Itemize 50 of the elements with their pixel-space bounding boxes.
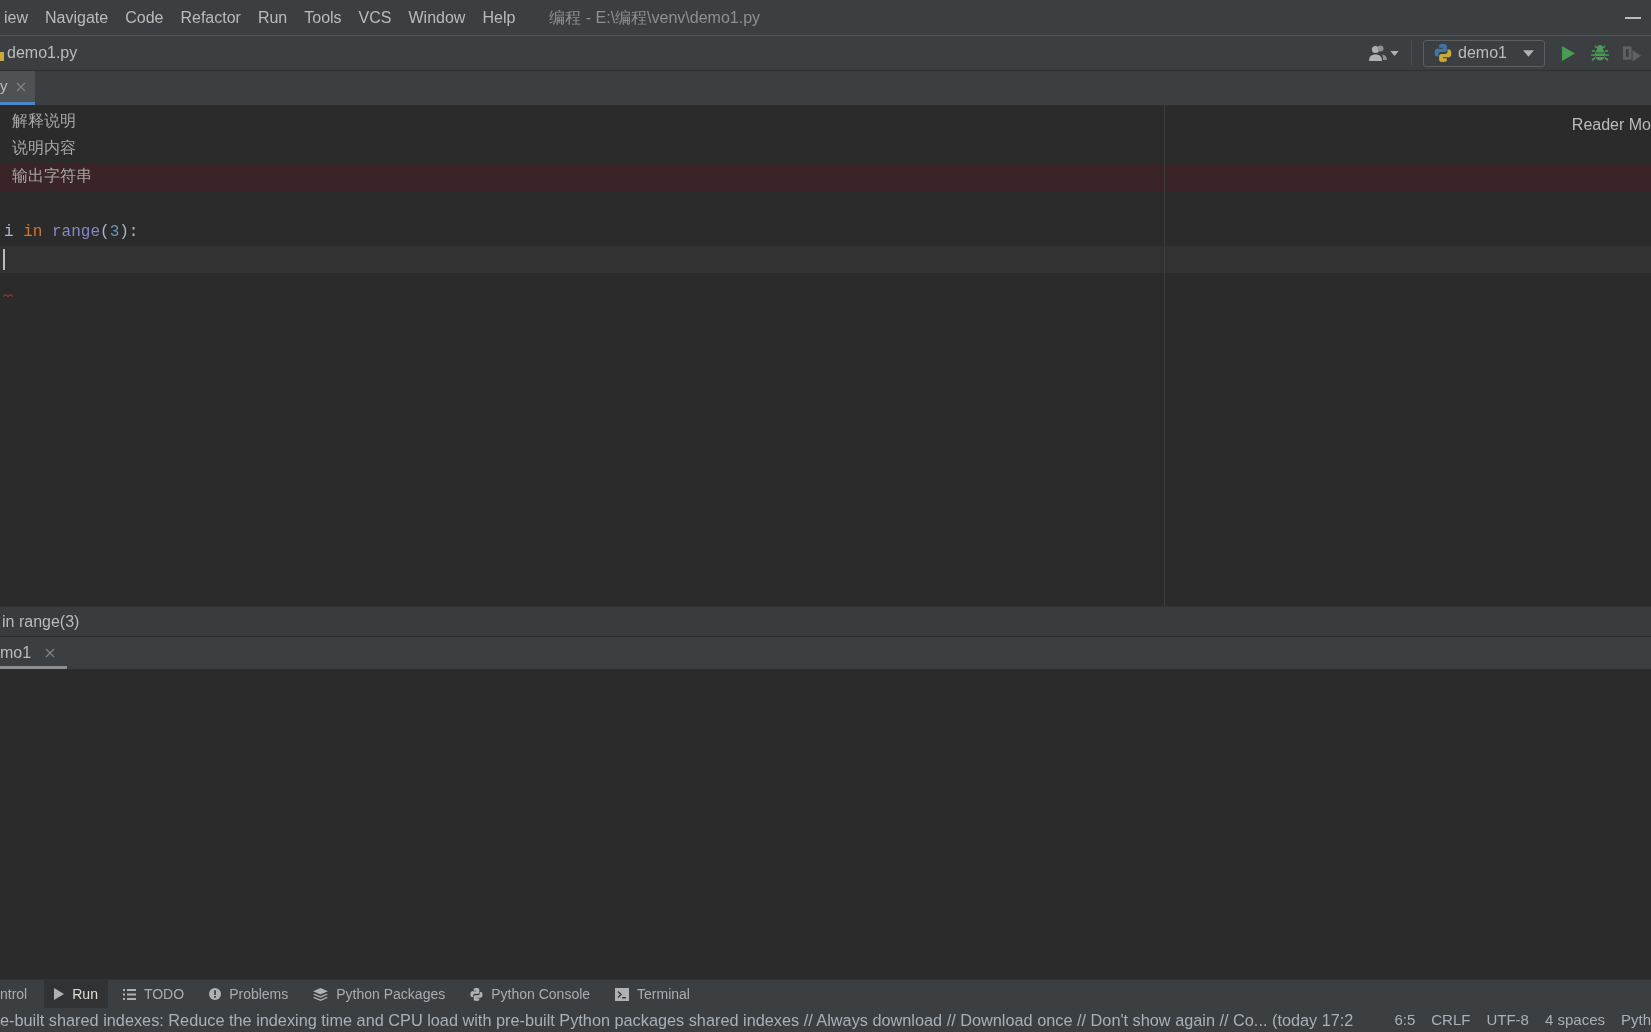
tool-window-button[interactable]: Terminal [605,980,700,1008]
close-icon[interactable] [45,647,56,658]
editor-tab[interactable]: y [0,71,35,105]
status-bar-widget[interactable]: UTF-8 [1478,1008,1537,1032]
code-line: 解释说明 [12,111,76,132]
code-line: 输出字符串 [12,166,92,187]
menu-item[interactable]: VCS [358,5,392,30]
status-bar-widget[interactable]: Pyth [1613,1008,1651,1032]
menu-item[interactable]: Code [125,5,164,30]
menu-item[interactable]: Navigate [45,5,109,30]
reader-mode-link[interactable]: Reader Mo [1571,106,1651,137]
close-icon[interactable] [15,81,26,92]
user-menu-button[interactable] [1369,45,1399,61]
python-logo-icon [1434,44,1452,62]
file-icon [0,51,4,61]
tool-window-button[interactable]: Python Console [460,980,601,1008]
play-icon[interactable] [1562,45,1575,61]
bug-icon[interactable] [1591,44,1609,62]
breadcrumb-item[interactable]: in range(3) [2,609,80,634]
status-message[interactable]: e-built shared indexes: Reduce the indexing time and CPU load with pre-built Python packages shared indexes // Always download // Download once // Don't show again // Co... (today 17:2 [0,1007,1354,1032]
play-icon [54,988,65,1000]
tool-window-button[interactable]: TODO [112,980,195,1008]
caret-icon [1390,50,1399,56]
code-line: i in range(3): [4,221,139,242]
menu-item[interactable]: Tools [304,5,342,30]
menu-item[interactable]: Help [482,5,516,30]
status-bar-widget[interactable]: 6:5 [1386,1008,1424,1032]
list-icon [122,988,136,1000]
window-title: 编程 - E:\编程\venv\demo1.py [549,7,761,28]
tool-window-button[interactable]: Python Packages [303,980,456,1008]
code-line: 说明内容 [12,139,76,160]
exclamation-circle-icon [209,988,222,1000]
minimize-icon[interactable] [1625,16,1641,19]
menu-item[interactable]: Window [408,5,466,30]
box-play-icon[interactable] [1623,44,1642,62]
caret-icon [1523,49,1534,57]
users-icon [1369,45,1387,61]
status-bar-widget[interactable]: CRLF [1423,1008,1479,1032]
tool-window-button[interactable]: Problems [199,980,299,1008]
status-bar-widget[interactable]: 4 spaces [1536,1008,1613,1032]
run-configuration-dropdown[interactable]: demo1 [1423,39,1545,67]
tool-window-button[interactable]: ntrol [0,980,45,1008]
menu-item[interactable]: iew [0,5,28,30]
menu-item[interactable]: Run [257,5,288,30]
python-logo-icon [470,987,484,1001]
menu-item[interactable]: Refactor [180,5,241,30]
layers-icon [313,987,329,1001]
breadcrumb-item[interactable]: demo1.py [7,41,78,65]
tool-window-button[interactable]: Run [44,980,108,1008]
terminal-icon [615,987,630,1001]
